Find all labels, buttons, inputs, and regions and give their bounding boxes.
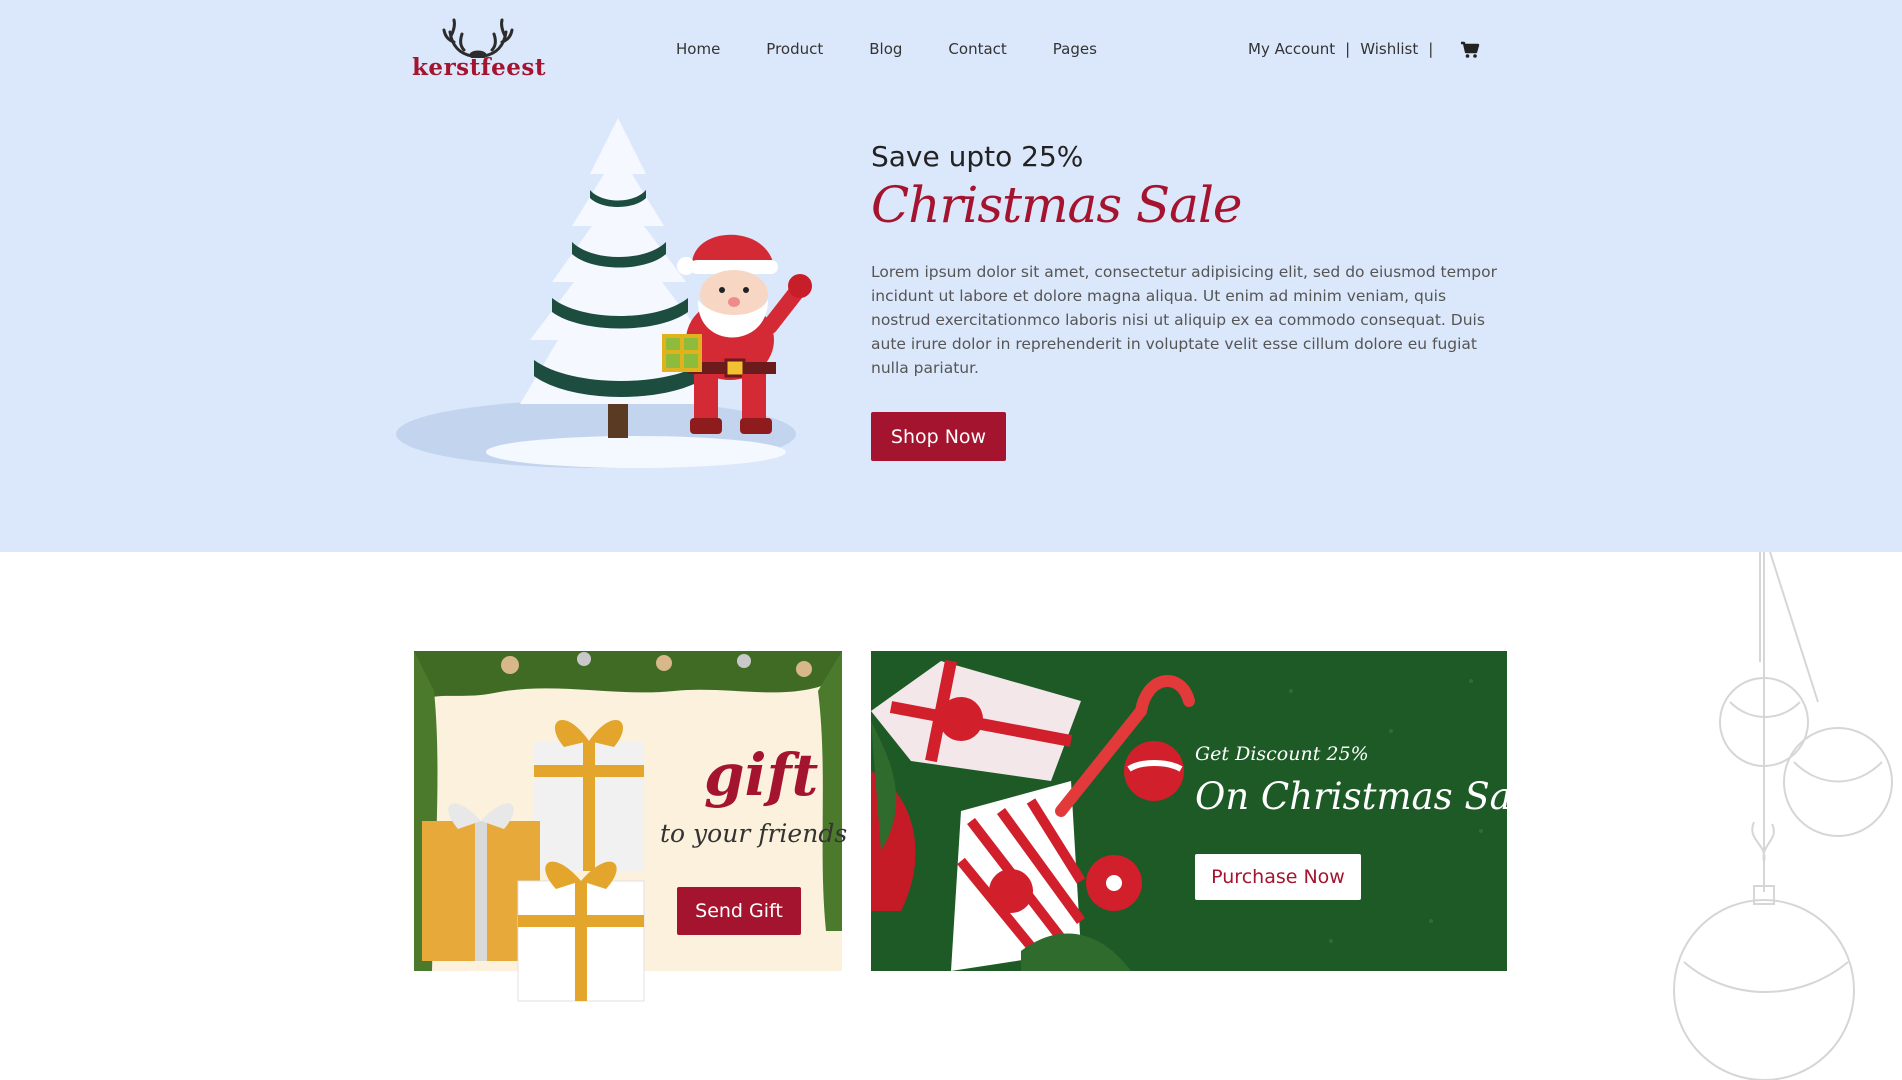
nav-item-home[interactable]: Home: [676, 40, 720, 58]
hero-description: Lorem ipsum dolor sit amet, consectetur …: [871, 263, 1497, 377]
brand-name: kerstfeest: [412, 54, 546, 81]
shop-now-button[interactable]: Shop Now: [871, 412, 1006, 461]
purchase-now-button[interactable]: Purchase Now: [1195, 854, 1361, 900]
hero-save-text: Save upto 25%: [871, 140, 1084, 173]
sale-banner[interactable]: Get Discount 25% On Christmas Sale Purch…: [871, 651, 1507, 971]
antlers-icon: [442, 18, 514, 58]
my-account-link[interactable]: My Account: [1248, 40, 1335, 58]
separator: |: [1345, 40, 1351, 58]
separator: |: [1428, 40, 1434, 58]
account-links: My Account | Wishlist |: [1248, 40, 1433, 58]
hanging-ornaments-decoration: [1673, 552, 1893, 1080]
hero-title: Christmas Sale: [871, 176, 1243, 234]
sale-banner-title: On Christmas Sale: [1195, 775, 1507, 818]
gift-title: gift: [704, 741, 819, 809]
nav-item-contact[interactable]: Contact: [948, 40, 1006, 58]
santa-tree-illustration: [396, 118, 812, 468]
wishlist-link[interactable]: Wishlist: [1360, 40, 1418, 58]
nav-item-blog[interactable]: Blog: [869, 40, 902, 58]
cart-icon[interactable]: [1460, 40, 1480, 60]
nav-item-product[interactable]: Product: [766, 40, 823, 58]
gift-subtitle: to your friends: [660, 819, 848, 848]
send-gift-button[interactable]: Send Gift: [677, 887, 801, 935]
nav-item-pages[interactable]: Pages: [1053, 40, 1097, 58]
brand-logo[interactable]: kerstfeest: [412, 18, 546, 84]
discount-text: Get Discount 25%: [1195, 743, 1369, 765]
gift-banner[interactable]: gift to your friends Send Gift: [414, 651, 847, 1002]
main-nav: Home Product Blog Contact Pages: [676, 40, 1097, 58]
hero-section: kerstfeest Home Product Blog Contact Pag…: [0, 0, 1902, 552]
